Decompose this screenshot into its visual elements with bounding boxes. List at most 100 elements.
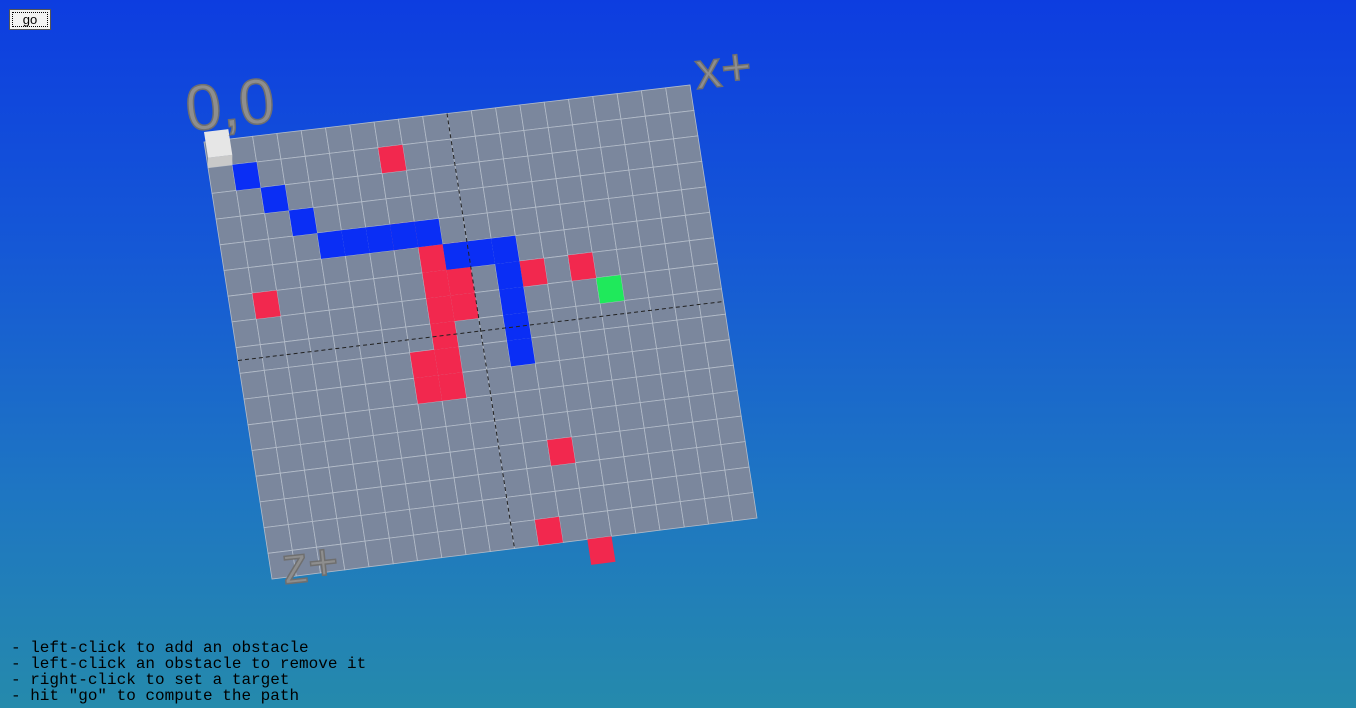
grid-cell[interactable] [660, 370, 690, 401]
grid-cell[interactable] [587, 223, 617, 253]
grid-cell[interactable] [676, 316, 706, 347]
grid-cell[interactable] [616, 246, 646, 276]
grid-cell[interactable] [316, 386, 346, 417]
grid-cell[interactable] [579, 172, 610, 202]
grid-cell[interactable] [349, 121, 379, 151]
grid-cell[interactable] [539, 229, 569, 259]
path-cell[interactable] [288, 207, 318, 237]
grid-cell[interactable] [507, 181, 537, 211]
grid-cell[interactable] [478, 158, 508, 188]
path-cell[interactable] [232, 162, 261, 191]
grid-cell[interactable] [469, 420, 500, 450]
grid-cell[interactable] [255, 472, 285, 503]
grid-cell[interactable] [231, 318, 261, 349]
grid-cell[interactable] [526, 308, 557, 339]
grid-cell[interactable] [583, 354, 613, 384]
grid-cell[interactable] [551, 149, 581, 180]
grid-cell[interactable] [587, 379, 617, 410]
obstacle-cell[interactable] [438, 372, 467, 401]
grid-cell[interactable] [684, 211, 715, 242]
grid-cell[interactable] [433, 502, 463, 533]
grid-cell[interactable] [470, 107, 501, 137]
grid-cell[interactable] [639, 399, 669, 429]
grid-cell[interactable] [681, 186, 711, 216]
grid-cell[interactable] [547, 280, 577, 310]
grid-cell[interactable] [256, 158, 286, 189]
grid-cell[interactable] [405, 480, 435, 510]
grid-board[interactable] [203, 84, 758, 580]
grid-cell[interactable] [267, 392, 297, 423]
grid-cell[interactable] [640, 87, 671, 117]
grid-cell[interactable] [450, 135, 480, 166]
grid-cell[interactable] [652, 319, 682, 350]
grid-cell[interactable] [401, 298, 431, 328]
grid-cell[interactable] [361, 198, 391, 228]
grid-cell[interactable] [340, 383, 370, 414]
grid-cell[interactable] [704, 339, 734, 369]
grid-cell[interactable] [356, 486, 386, 516]
grid-cell[interactable] [700, 313, 730, 344]
path-cell[interactable] [507, 337, 536, 367]
grid-cell[interactable] [632, 192, 662, 222]
grid-cell[interactable] [572, 121, 602, 151]
grid-cell[interactable] [235, 344, 265, 374]
grid-cell[interactable] [276, 130, 306, 160]
grid-cell[interactable] [692, 262, 722, 293]
grid-cell[interactable] [243, 238, 274, 269]
path-cell[interactable] [495, 261, 524, 290]
grid-cell[interactable] [631, 504, 661, 534]
grid-cell[interactable] [268, 235, 298, 266]
grid-cell[interactable] [211, 190, 241, 220]
grid-cell[interactable] [453, 474, 483, 504]
grid-cell[interactable] [660, 214, 690, 245]
grid-cell[interactable] [288, 364, 318, 394]
grid-cell[interactable] [376, 457, 407, 488]
grid-cell[interactable] [380, 483, 410, 513]
grid-cell[interactable] [543, 98, 573, 129]
grid-cell[interactable] [239, 212, 270, 243]
grid-cell[interactable] [668, 265, 698, 296]
grid-cell[interactable] [397, 115, 428, 146]
grid-cell[interactable] [308, 492, 338, 522]
grid-cell[interactable] [352, 303, 383, 334]
grid-cell[interactable] [377, 300, 407, 331]
grid-cell[interactable] [284, 338, 314, 368]
obstacle-cell[interactable] [534, 516, 563, 546]
obstacle-cell[interactable] [587, 536, 616, 565]
grid-cell[interactable] [615, 402, 645, 432]
grid-cell[interactable] [454, 161, 484, 191]
grid-cell[interactable] [543, 254, 573, 285]
grid-cell[interactable] [575, 146, 606, 177]
target-cell[interactable] [596, 275, 625, 304]
grid-cell[interactable] [384, 508, 414, 539]
grid-cell[interactable] [247, 264, 278, 294]
grid-cell[interactable] [538, 385, 568, 416]
grid-cell[interactable] [688, 393, 718, 423]
grid-cell[interactable] [312, 361, 342, 391]
grid-cell[interactable] [595, 430, 625, 461]
grid-cell[interactable] [304, 466, 334, 497]
grid-cell[interactable] [312, 204, 342, 234]
grid-cell[interactable] [503, 155, 533, 185]
grid-cell[interactable] [592, 93, 622, 123]
grid-cell[interactable] [465, 394, 496, 424]
grid-cell[interactable] [526, 465, 556, 495]
grid-cell[interactable] [429, 477, 459, 507]
grid-cell[interactable] [360, 512, 390, 542]
grid-cell[interactable] [652, 163, 682, 194]
grid-cell[interactable] [575, 303, 605, 333]
grid-cell[interactable] [591, 405, 621, 435]
grid-cell[interactable] [669, 110, 699, 140]
grid-cell[interactable] [478, 314, 508, 345]
grid-cell[interactable] [494, 417, 524, 447]
grid-cell[interactable] [430, 164, 460, 194]
path-cell[interactable] [341, 227, 370, 256]
grid-cell[interactable] [308, 178, 338, 209]
grid-cell[interactable] [401, 141, 432, 171]
obstacle-cell[interactable] [378, 144, 407, 174]
grid-cell[interactable] [461, 525, 491, 556]
grid-cell[interactable] [425, 451, 455, 482]
grid-cell[interactable] [631, 348, 661, 378]
grid-cell[interactable] [235, 187, 266, 217]
obstacle-cell[interactable] [252, 290, 281, 319]
